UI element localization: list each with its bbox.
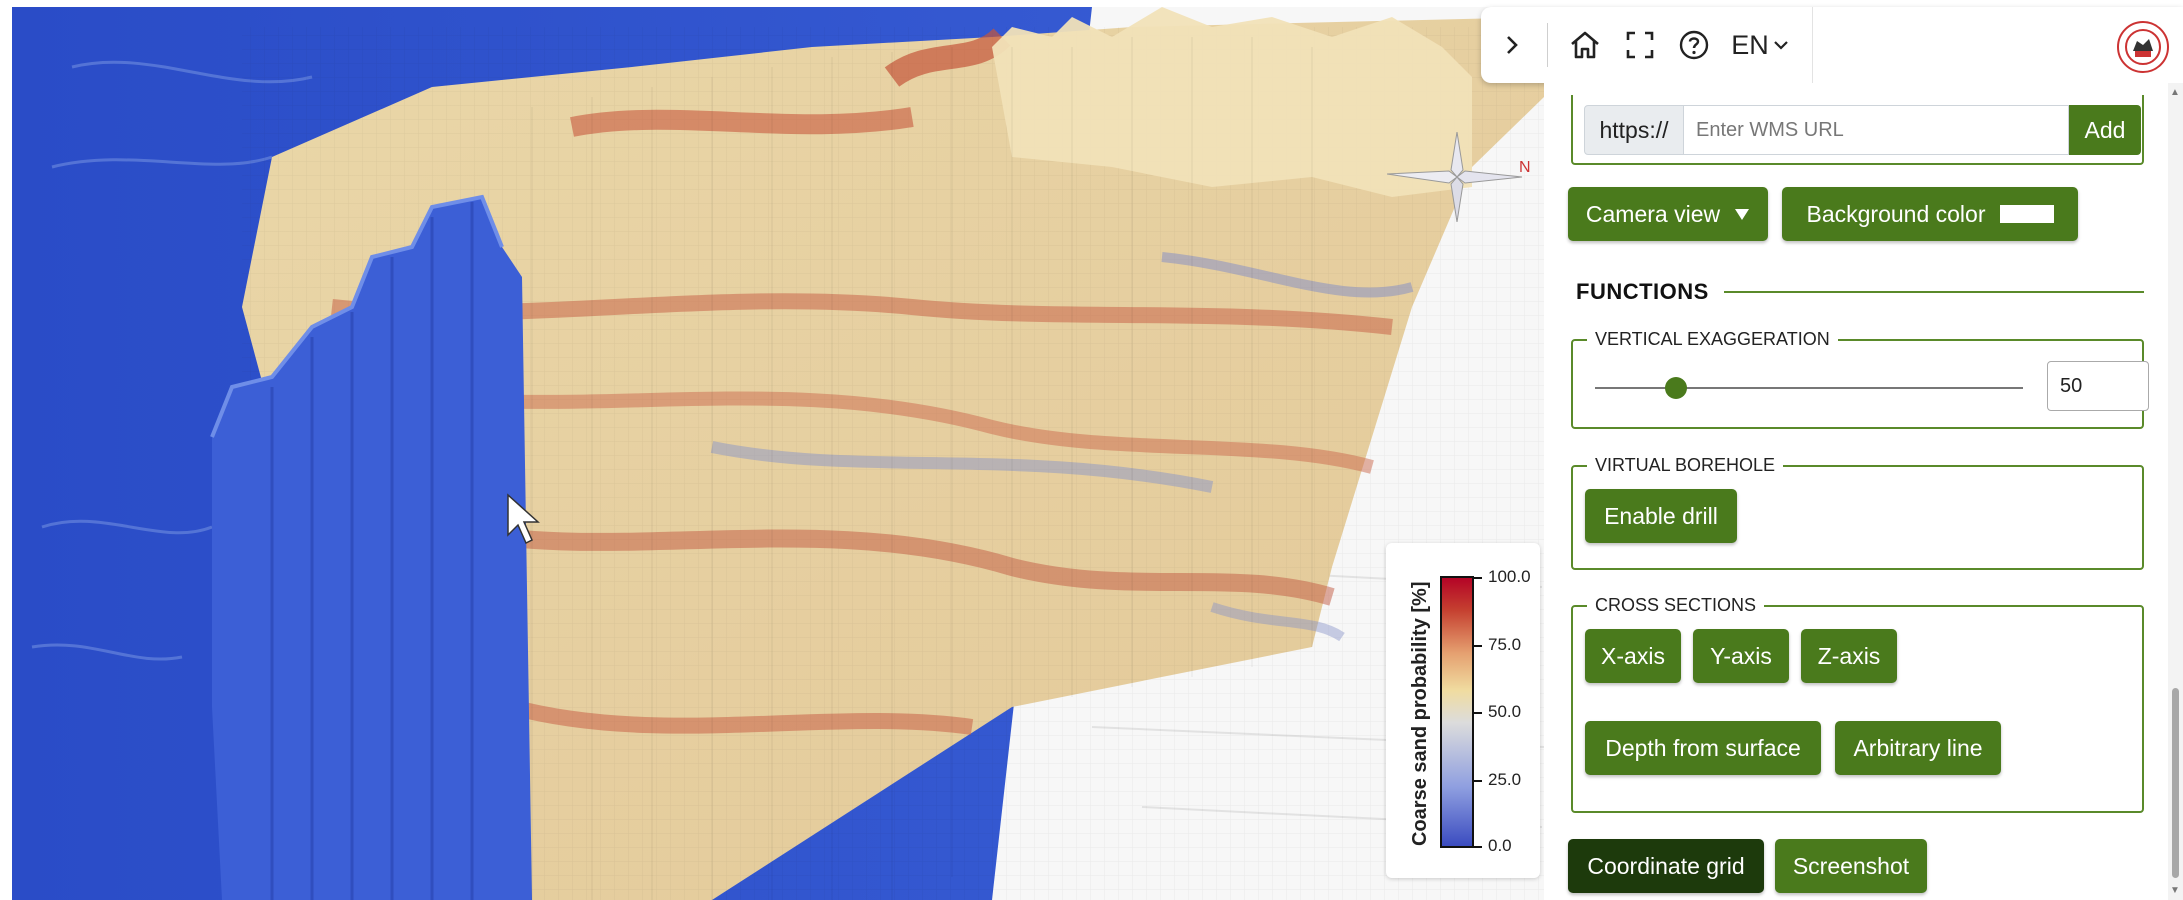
legend-tick-50: 50.0 [1488, 702, 1522, 721]
depth-from-surface-button[interactable]: Depth from surface [1585, 721, 1821, 775]
logo-emblem-icon [2125, 29, 2161, 65]
camera-view-button[interactable]: Camera view [1568, 187, 1768, 241]
coordinate-grid-button[interactable]: Coordinate grid [1568, 839, 1764, 893]
cross-sections-group: CROSS SECTIONS X-axis Y-axis Z-axis Dept… [1571, 595, 2144, 813]
wms-add-button[interactable]: Add [2069, 105, 2141, 155]
app-root: N Coarse sand probability [%] 100.0 75.0… [0, 0, 2183, 900]
functions-divider [1724, 291, 2144, 293]
legend-tick-25: 25.0 [1488, 770, 1522, 789]
functions-heading: FUNCTIONS [1576, 279, 1709, 304]
toolbar-divider [1547, 23, 1548, 67]
language-label: EN [1731, 29, 1769, 60]
compass[interactable]: N [1387, 132, 1537, 222]
cross-sections-legend: CROSS SECTIONS [1587, 595, 1765, 616]
vertical-exaggeration-group: VERTICAL EXAGGERATION [1571, 329, 2149, 429]
chevron-down-icon [1773, 41, 1788, 50]
fullscreen-button[interactable] [1612, 7, 1668, 83]
chevron-right-icon [1507, 36, 1518, 54]
scroll-up-icon[interactable]: ▲ [2170, 87, 2180, 98]
virtual-borehole-legend: VIRTUAL BOREHOLE [1587, 455, 1784, 476]
virtual-borehole-group: VIRTUAL BOREHOLE Enable drill [1571, 455, 2144, 570]
legend-tick-100: 100.0 [1488, 567, 1531, 586]
fullscreen-icon [1626, 31, 1654, 59]
3d-viewer[interactable]: N Coarse sand probability [%] 100.0 75.0… [12, 7, 1544, 900]
home-button[interactable] [1558, 7, 1612, 83]
vertical-exaggeration-input[interactable] [2047, 361, 2149, 411]
language-select[interactable]: EN [1720, 7, 1800, 83]
wms-url-input[interactable] [1684, 105, 2069, 155]
background-color-label: Background color [1806, 200, 1986, 227]
vertical-exaggeration-slider-thumb[interactable] [1665, 377, 1688, 399]
color-legend: Coarse sand probability [%] 100.0 75.0 5… [1386, 543, 1540, 878]
collapse-panel-button[interactable] [1481, 7, 1543, 83]
triangle-down-icon [1735, 209, 1750, 220]
enable-drill-button[interactable]: Enable drill [1585, 489, 1737, 543]
legend-color-bar [1440, 576, 1474, 848]
institution-logo[interactable] [2117, 21, 2169, 73]
z-axis-button[interactable]: Z-axis [1801, 629, 1897, 683]
side-panel: https:// Add Camera view Background colo… [1544, 83, 2168, 900]
scrollbar-thumb[interactable] [2172, 688, 2179, 878]
toolbar-separator [1812, 7, 1813, 83]
legend-tick-0: 0.0 [1488, 836, 1512, 855]
wms-url-prefix: https:// [1584, 105, 1684, 155]
legend-title: Coarse sand probability [%] [1409, 581, 1431, 847]
background-color-swatch [1999, 205, 2054, 223]
compass-icon: N [1387, 132, 1531, 222]
wms-group: https:// Add [1571, 95, 2144, 165]
x-axis-button[interactable]: X-axis [1585, 629, 1681, 683]
arbitrary-line-button[interactable]: Arbitrary line [1835, 721, 2001, 775]
screenshot-button[interactable]: Screenshot [1775, 839, 1927, 893]
compass-north-label: N [1519, 159, 1531, 176]
background-color-button[interactable]: Background color [1782, 187, 2078, 241]
panel-scrollbar[interactable]: ▲ ▼ [2168, 83, 2183, 900]
camera-view-label: Camera view [1585, 200, 1721, 227]
scroll-down-icon[interactable]: ▼ [2170, 885, 2180, 896]
home-icon [1571, 31, 1599, 59]
help-circle-icon [1679, 30, 1709, 60]
y-axis-button[interactable]: Y-axis [1693, 629, 1789, 683]
top-toolbar: EN [1481, 7, 2183, 83]
voxel-scene[interactable] [12, 7, 1544, 900]
vertical-exaggeration-track[interactable] [1595, 387, 2023, 389]
vertical-exaggeration-legend: VERTICAL EXAGGERATION [1587, 329, 1838, 350]
legend-tick-75: 75.0 [1488, 635, 1522, 654]
help-button[interactable] [1668, 7, 1720, 83]
